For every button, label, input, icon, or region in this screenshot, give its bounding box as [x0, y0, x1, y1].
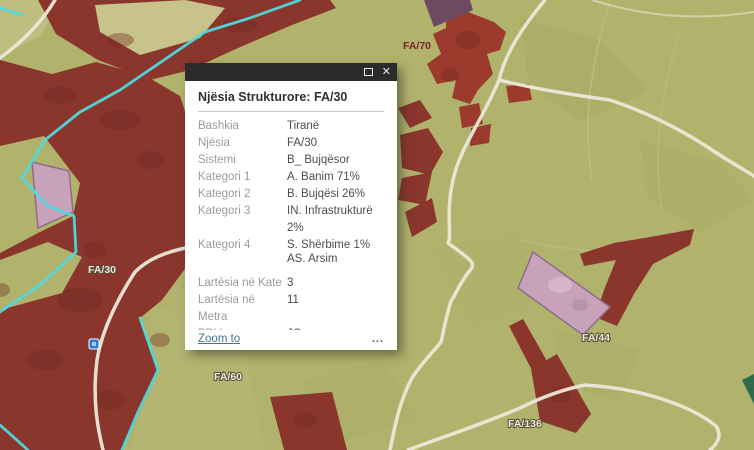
- attr-row-kategori2: Kategori 2 B. Bujqësi 26%: [198, 186, 384, 203]
- attr-value: B. Bujqësi 26%: [287, 186, 384, 203]
- attr-value: Tiranë: [287, 118, 384, 135]
- attr-label: Kategori 2: [198, 186, 287, 203]
- zone-label-fa60: FA/60: [214, 371, 242, 383]
- map-application: FA/70 FA/30 FA/60 FA/44 FA/136 ✕ Njësia …: [0, 0, 754, 450]
- popup-titlebar: ✕: [185, 63, 397, 81]
- attr-value: B_ Bujqësor: [287, 152, 384, 169]
- attr-row-lartesia-kate: Lartësia në Kate 3: [198, 275, 384, 292]
- attr-value: 11: [287, 292, 384, 326]
- attr-label: Bashkia: [198, 118, 287, 135]
- popup-body: Njësia Strukturore: FA/30 Bashkia Tiranë…: [185, 81, 397, 330]
- attr-row-sistemi: Sistemi B_ Bujqësor: [198, 152, 384, 169]
- attr-row-bashkia: Bashkia Tiranë: [198, 118, 384, 135]
- attr-label: Lartësia në Metra: [198, 292, 287, 326]
- popup-footer: Zoom to ...: [185, 330, 397, 350]
- attr-row-kategori4: Kategori 4 S. Shërbime 1% AS. Arsim: [198, 237, 384, 268]
- attr-label: Kategori 4: [198, 239, 287, 266]
- zone-label-fa136: FA/136: [508, 418, 542, 430]
- popup-divider: [198, 111, 384, 112]
- attr-value: 3: [287, 275, 384, 292]
- maximize-icon[interactable]: [364, 68, 373, 76]
- attr-label: Kategori 3: [198, 203, 287, 237]
- blue-marker-icon[interactable]: [89, 339, 99, 349]
- attr-row-kategori3: Kategori 3 IN. Infrastrukturë 2%: [198, 203, 384, 237]
- zone-label-fa44: FA/44: [582, 332, 610, 344]
- attr-row-kategori1: Kategori 1 A. Banim 71%: [198, 169, 384, 186]
- attr-label: Sistemi: [198, 152, 287, 169]
- attr-value: FA/30: [287, 135, 384, 152]
- attr-label: Kategori 1: [198, 169, 287, 186]
- attr-value: S. Shërbime 1% AS. Arsim: [287, 239, 384, 266]
- attr-row-lartesia-metra: Lartësia në Metra 11: [198, 292, 384, 326]
- close-icon[interactable]: ✕: [382, 67, 391, 78]
- popup-title: Njësia Strukturore: FA/30: [198, 88, 384, 111]
- attr-row-njesia: Njësia FA/30: [198, 135, 384, 152]
- zone-label-fa30: FA/30: [88, 264, 116, 276]
- feature-popup: ✕ Njësia Strukturore: FA/30 Bashkia Tira…: [185, 63, 397, 350]
- attr-label: Njësia: [198, 135, 287, 152]
- attr-label: Lartësia në Kate: [198, 275, 287, 292]
- zone-label-fa70: FA/70: [403, 40, 431, 52]
- more-options-icon[interactable]: ...: [372, 335, 384, 343]
- zoom-to-link[interactable]: Zoom to: [198, 333, 240, 345]
- attr-value: IN. Infrastrukturë 2%: [287, 203, 384, 237]
- attr-value: A. Banim 71%: [287, 169, 384, 186]
